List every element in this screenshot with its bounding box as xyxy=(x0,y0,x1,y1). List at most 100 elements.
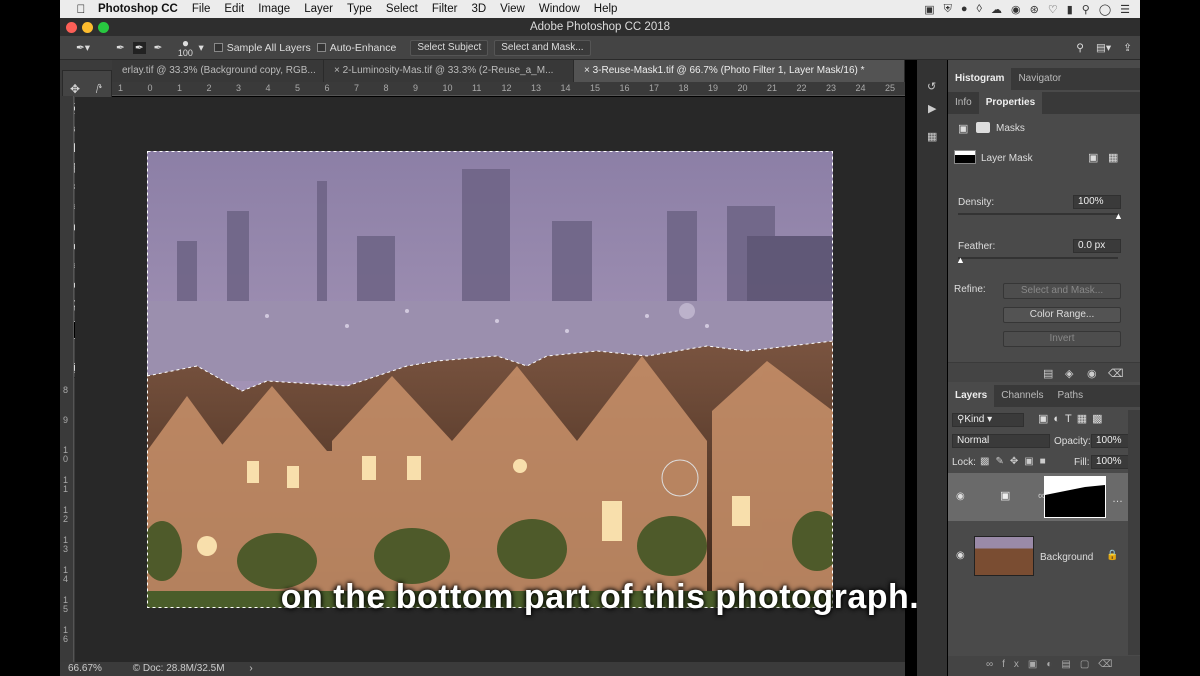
document-tab-1[interactable]: erlay.tif @ 33.3% (Background copy, RGB.… xyxy=(112,60,324,82)
lock-icons[interactable]: ▩✎✥▣■ xyxy=(980,456,1052,467)
density-slider-thumb[interactable]: ▲ xyxy=(1114,211,1123,221)
properties-panel-icon[interactable]: ▦ xyxy=(927,130,937,143)
ruler-tick-label: 17 xyxy=(649,83,660,93)
subtract-selection-icon[interactable]: ✒ xyxy=(154,42,163,54)
feather-slider-thumb[interactable]: ▲ xyxy=(956,255,965,265)
feather-field[interactable]: 0.0 px xyxy=(1073,239,1121,253)
feather-slider[interactable] xyxy=(958,257,1118,259)
pixel-mask-icon[interactable]: ▣ xyxy=(1088,151,1098,164)
layer-row-photo-filter[interactable]: ◉ ▣ ∞ … xyxy=(948,473,1128,521)
history-icon[interactable]: ↺ xyxy=(927,80,936,93)
filter-kind-select[interactable]: ⚲Kind ▾ xyxy=(952,413,1024,427)
brush-dropdown-icon[interactable]: ▾ xyxy=(198,42,203,54)
ruler-tick-label: 22 xyxy=(796,83,807,93)
select-subject-button[interactable]: Select Subject xyxy=(410,39,489,56)
right-panels: Histogram Navigator Info Properties ▣ Ma… xyxy=(948,60,1140,676)
vector-mask-icon[interactable]: ▦ xyxy=(1108,151,1118,164)
document-tab-3[interactable]: × 3-Reuse-Mask1.tif @ 66.7% (Photo Filte… xyxy=(574,60,905,82)
delete-mask-icon[interactable]: ⌫ xyxy=(1108,367,1124,380)
menu-help[interactable]: Help xyxy=(594,3,618,15)
lock-icon[interactable]: 🔒 xyxy=(1106,550,1118,561)
menu-select[interactable]: Select xyxy=(386,3,418,15)
tab-navigator[interactable]: Navigator xyxy=(1011,68,1068,90)
notification-center-icon[interactable]: ☰ xyxy=(1120,3,1130,16)
auto-enhance-checkbox[interactable]: Auto-Enhance xyxy=(316,42,396,54)
menu-image[interactable]: Image xyxy=(258,3,290,15)
toggle-visibility-icon[interactable]: ◉ xyxy=(1087,367,1097,380)
workspace-icon[interactable]: ▤▾ xyxy=(1096,42,1111,54)
eye-icon[interactable]: ◉ xyxy=(956,491,965,502)
menu-window[interactable]: Window xyxy=(539,3,580,15)
opacity-label: Opacity: xyxy=(1054,436,1091,447)
tool-preset-icon[interactable]: ✒▾ xyxy=(76,42,98,54)
invert-button[interactable]: Invert xyxy=(1003,331,1121,347)
wifi-icon[interactable]: ♡ xyxy=(1048,3,1058,16)
layers-tabs: Layers Channels Paths xyxy=(948,385,1140,407)
window-titlebar: Adobe Photoshop CC 2018 xyxy=(60,18,1140,36)
play-actions-icon[interactable]: ▶ xyxy=(928,102,936,115)
ruler-tick-label: 10 xyxy=(442,83,453,93)
document-tab-2[interactable]: × 2-Luminosity-Mas.tif @ 33.3% (2-Reuse_… xyxy=(324,60,574,82)
close-window-button[interactable] xyxy=(66,22,77,33)
refine-label: Refine: xyxy=(954,284,986,295)
minimize-window-button[interactable] xyxy=(82,22,93,33)
sample-all-layers-checkbox[interactable]: Sample All Layers xyxy=(213,42,311,54)
dropbox-icon[interactable]: ◊ xyxy=(977,3,982,15)
apple-icon[interactable]:  xyxy=(74,2,88,16)
select-and-mask-button[interactable]: Select and Mask... xyxy=(494,39,591,56)
camera-icon[interactable]: ▣ xyxy=(924,3,934,16)
properties-footer: ▤ ◈ ◉ ⌫ xyxy=(948,362,1140,382)
tab-close-icon[interactable]: × xyxy=(334,65,340,76)
layer-filter-icons[interactable]: ▣◐T▦▩ xyxy=(1038,412,1108,425)
properties-select-and-mask-button[interactable]: Select and Mask... xyxy=(1003,283,1121,299)
layer-row-background[interactable]: ◉ Background 🔒 xyxy=(948,532,1128,580)
skype-icon[interactable]: ◉ xyxy=(1011,3,1021,16)
bluetooth-icon[interactable]: ⊛ xyxy=(1030,3,1039,16)
document-photo[interactable] xyxy=(147,151,833,608)
shield-icon[interactable]: ⛨ xyxy=(944,3,952,16)
tab-close-icon[interactable]: × xyxy=(584,65,590,76)
ruler-tick-label: 6 xyxy=(324,83,330,93)
battery-icon[interactable]: ▮ xyxy=(1067,3,1073,16)
add-selection-icon[interactable]: ✒ xyxy=(132,41,146,54)
menu-3d[interactable]: 3D xyxy=(471,3,486,15)
spotlight-search-icon[interactable]: ⚲ xyxy=(1082,3,1090,16)
menu-filter[interactable]: Filter xyxy=(432,3,458,15)
ruler-tick-label: 24 xyxy=(855,83,866,93)
siri-icon[interactable]: ◯ xyxy=(1099,3,1111,16)
blend-mode-select[interactable]: Normal xyxy=(952,434,1050,448)
density-field[interactable]: 100% xyxy=(1073,195,1121,209)
menu-view[interactable]: View xyxy=(500,3,525,15)
load-selection-icon[interactable]: ▤ xyxy=(1043,367,1053,380)
painted-ladies-photo xyxy=(147,151,833,608)
density-slider[interactable] xyxy=(958,213,1118,215)
tab-layers[interactable]: Layers xyxy=(948,385,995,407)
eye-icon[interactable]: ◉ xyxy=(956,550,965,561)
brush-size-picker[interactable]: ● 100 xyxy=(174,37,196,58)
creative-cloud-icon[interactable]: ● xyxy=(961,3,968,15)
share-icon[interactable]: ⇪ xyxy=(1123,42,1132,54)
status-arrow-icon[interactable]: › xyxy=(249,663,252,674)
cloud-icon[interactable]: ☁ xyxy=(991,3,1002,16)
tab-histogram[interactable]: Histogram xyxy=(948,68,1012,90)
tab-paths[interactable]: Paths xyxy=(1051,385,1091,407)
tab-properties[interactable]: Properties xyxy=(978,92,1043,114)
zoom-level[interactable]: 66.67% xyxy=(68,663,102,674)
marquee-tool-icon[interactable]: ⭚ xyxy=(90,81,108,98)
tab-info[interactable]: Info xyxy=(948,92,979,114)
layers-scrollbar[interactable] xyxy=(1128,410,1140,655)
more-icon[interactable]: … xyxy=(1112,493,1123,505)
menu-type[interactable]: Type xyxy=(347,3,372,15)
menu-app[interactable]: Photoshop CC xyxy=(98,3,178,15)
menu-edit[interactable]: Edit xyxy=(224,3,244,15)
new-selection-icon[interactable]: ✒ xyxy=(116,42,125,54)
search-icon[interactable]: ⚲ xyxy=(1076,42,1084,54)
layer-mask-thumbnail[interactable] xyxy=(1044,476,1106,518)
menu-file[interactable]: File xyxy=(192,3,211,15)
menu-layer[interactable]: Layer xyxy=(304,3,333,15)
color-range-button[interactable]: Color Range... xyxy=(1003,307,1121,323)
tab-channels[interactable]: Channels xyxy=(994,385,1050,407)
layer-action-icons[interactable]: ∞fx▣◐▤▢⌫ xyxy=(986,659,1121,670)
zoom-window-button[interactable] xyxy=(98,22,109,33)
clip-layer-icon[interactable]: ◈ xyxy=(1065,367,1073,380)
